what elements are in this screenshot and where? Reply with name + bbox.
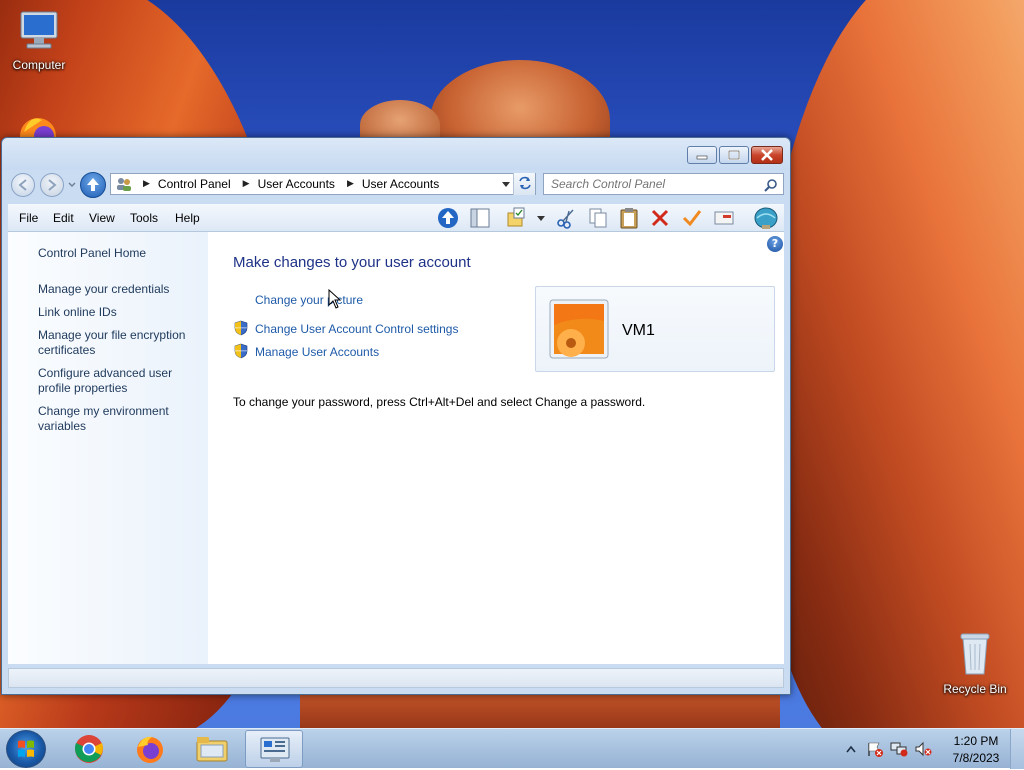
help-icon: ? [771,237,779,250]
volume-muted-icon[interactable] [914,741,932,757]
link-change-uac-settings[interactable]: Change User Account Control settings [255,322,458,336]
wallpaper-rock-bottom [300,690,780,728]
restore-icon [728,150,740,160]
clock-date[interactable]: 7/8/2023 [944,751,1008,765]
forward-button[interactable] [40,173,64,197]
network-globe-icon[interactable] [753,206,779,230]
firefox-icon [20,118,56,154]
delete-icon[interactable] [649,207,671,229]
minimize-button[interactable] [687,146,717,164]
address-dropdown-icon[interactable] [501,181,511,189]
refresh-icon [519,176,531,190]
status-bar [8,668,784,688]
page-title: Make changes to your user account [233,254,471,271]
control-panel-icon [260,737,290,762]
menu-edit[interactable]: Edit [53,211,74,225]
system-tray: 1:20 PM 7/8/2023 [840,729,1024,769]
dropdown-arrow-icon[interactable] [537,216,545,222]
up-folder-icon[interactable] [437,207,459,229]
back-button[interactable] [11,173,35,197]
desktop-icon-firefox[interactable] [16,112,64,154]
back-arrow-icon [18,179,27,191]
password-instructions: To change your password, press Ctrl+Alt+… [233,395,646,409]
folders-pane-icon[interactable] [469,207,491,229]
taskbar-control-panel[interactable] [245,730,303,768]
file-explorer-icon [196,737,228,762]
menu-help[interactable]: Help [175,211,200,225]
up-button[interactable] [80,172,106,198]
forward-arrow-icon [48,179,57,191]
link-file-encryption-certificates[interactable]: Manage your file encryption certificates [38,328,203,358]
cut-icon[interactable] [555,207,577,229]
network-icon[interactable] [890,741,908,757]
search-input[interactable] [544,174,759,194]
breadcrumb-separator-icon[interactable]: ▶ [143,179,150,189]
link-advanced-user-profile[interactable]: Configure advanced user profile properti… [38,366,203,396]
paste-icon[interactable] [618,207,640,229]
menu-bar: File Edit View Tools Help [8,204,784,232]
desktop-icon-computer[interactable]: Computer [1,8,77,72]
organize-folder-icon[interactable] [505,207,527,229]
recent-pages-chevron-icon[interactable] [68,182,76,188]
uac-shield-icon [234,320,248,336]
account-tile: VM1 [535,286,775,372]
taskbar-file-explorer[interactable] [183,730,241,768]
minimize-icon [696,155,708,160]
link-environment-variables[interactable]: Change my environment variables [38,404,203,434]
search-box[interactable] [543,173,784,195]
taskbar-chrome[interactable] [60,730,118,768]
windows-logo-icon [18,740,34,757]
breadcrumb-user-accounts[interactable]: User Accounts [258,177,335,191]
computer-icon [20,11,58,49]
window-titlebar[interactable] [2,138,790,170]
breadcrumb-separator-icon[interactable]: ▶ [243,179,250,189]
link-manage-user-accounts[interactable]: Manage User Accounts [255,345,379,359]
taskbar-firefox[interactable] [121,730,179,768]
search-icon[interactable] [764,178,778,192]
properties-icon[interactable] [713,207,735,229]
menu-tools[interactable]: Tools [130,211,158,225]
left-navigation-pane: Control Panel Home Manage your credentia… [8,232,208,664]
action-center-flag-icon[interactable] [866,741,884,757]
show-hidden-icons-icon[interactable] [846,745,856,753]
close-button[interactable] [751,146,783,164]
desktop-icon-label: Computer [12,58,66,72]
start-button[interactable] [6,730,46,768]
content-area: Control Panel Home Manage your credentia… [8,232,784,664]
control-panel-window: ▶ Control Panel ▶ User Accounts ▶ User A… [1,137,791,695]
maximize-button[interactable] [719,146,749,164]
user-accounts-icon [117,178,131,191]
close-icon [761,149,773,161]
menu-view[interactable]: View [89,211,115,225]
copy-icon[interactable] [587,207,609,229]
clock-time[interactable]: 1:20 PM [944,734,1008,748]
breadcrumb-control-panel[interactable]: Control Panel [158,177,231,191]
chrome-icon [74,735,103,763]
desktop-icon-label: Recycle Bin [943,682,1007,696]
help-button[interactable]: ? [767,236,783,252]
desktop-icon-recycle-bin[interactable]: Recycle Bin [937,630,1013,696]
recycle-bin-icon [960,633,990,675]
link-manage-credentials[interactable]: Manage your credentials [38,282,203,297]
link-change-picture[interactable]: Change your picture [255,293,363,307]
menu-file[interactable]: File [19,211,38,225]
breadcrumb-user-accounts-current[interactable]: User Accounts [362,177,439,191]
taskbar: 1:20 PM 7/8/2023 [0,728,1024,769]
refresh-button[interactable] [513,173,535,195]
link-online-ids[interactable]: Link online IDs [38,305,203,320]
firefox-icon [137,736,163,763]
account-picture-flower-icon[interactable] [549,299,609,359]
uac-shield-icon [234,343,248,359]
address-bar[interactable]: ▶ Control Panel ▶ User Accounts ▶ User A… [110,173,536,195]
up-arrow-icon [87,178,99,191]
link-control-panel-home[interactable]: Control Panel Home [38,246,203,261]
address-row: ▶ Control Panel ▶ User Accounts ▶ User A… [2,170,790,204]
wallpaper-rock-right [760,0,1024,728]
show-desktop-button[interactable] [1010,729,1024,769]
breadcrumb-separator-icon[interactable]: ▶ [347,179,354,189]
mouse-cursor-icon [328,289,342,309]
checkmark-icon[interactable] [681,207,703,229]
account-name: VM1 [622,322,655,339]
